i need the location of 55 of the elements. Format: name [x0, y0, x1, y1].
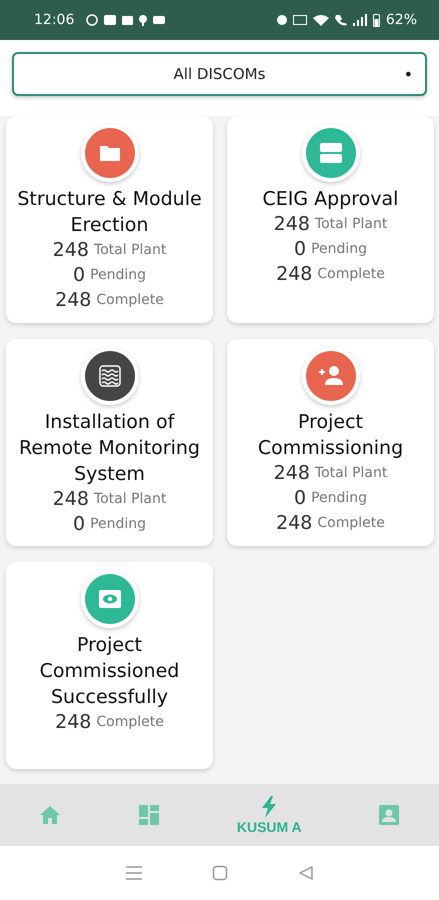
status-card[interactable]: CEIG Approval 248 Total Plant 0 Pending 248 Complete	[227, 116, 434, 323]
stat-value: 248	[276, 512, 312, 534]
app-notification-icon	[153, 16, 166, 24]
location-icon	[139, 14, 148, 26]
menu-icon[interactable]	[124, 865, 143, 881]
card-title: Project Commissioning	[256, 410, 404, 461]
status-card[interactable]: Structure & Module Erection 248 Total Plant 0 Pending 248 Complete	[6, 116, 213, 323]
chat-icon	[86, 14, 98, 26]
stat-label: Total Plant	[94, 242, 166, 258]
status-card[interactable]: Project Commissioned Successfully 248 Complete	[6, 562, 213, 769]
status-card[interactable]: Project Commissioning 248 Total Plant 0 Pending 248 Complete	[227, 339, 434, 546]
stat-label: Pending	[90, 268, 146, 284]
back-icon[interactable]	[298, 865, 314, 881]
stat-value: 248	[274, 463, 310, 484]
stat-value: 0	[294, 488, 306, 509]
status-card[interactable]: Installation of Remote Monitoring System 248 Total Plant 0 Pending	[6, 339, 213, 546]
dashboard-icon	[137, 803, 162, 827]
home-icon	[38, 803, 62, 827]
stat-value: 248	[274, 214, 310, 235]
stat-label: Pending	[90, 516, 146, 532]
battery-icon	[372, 14, 380, 26]
stat-label: Pending	[311, 242, 368, 258]
card-title: Installation of Remote Monitoring System	[18, 410, 201, 487]
app-notification-icon	[104, 15, 116, 25]
stat-label: Complete	[317, 266, 385, 282]
profile-icon	[377, 803, 402, 827]
discom-dropdown[interactable]: All DISCOMs •	[12, 52, 427, 96]
stat-label: Pending	[311, 490, 368, 506]
card-title: Project Commissioned Successfully	[38, 633, 180, 710]
battery-level: 62%	[386, 12, 417, 28]
signal-icon	[352, 14, 367, 26]
dropdown-marker: •	[404, 64, 413, 84]
stat-value: 248	[55, 712, 92, 733]
stat-value: 0	[72, 264, 86, 286]
stat-label: Complete	[96, 714, 164, 730]
phone-icon	[334, 14, 347, 26]
card-title: CEIG Approval	[262, 187, 400, 212]
stat-value: 248	[276, 264, 312, 285]
wifi-icon	[312, 14, 329, 26]
stat-value: 0	[294, 238, 306, 260]
status-time: 12:06	[34, 12, 74, 28]
alarm-icon	[276, 15, 287, 25]
stat-label: Total Plant	[314, 466, 388, 482]
stat-value: 248	[52, 240, 89, 261]
stat-label: Complete	[317, 516, 385, 531]
stat-value: 248	[52, 489, 89, 510]
data-speed-icon	[292, 15, 307, 25]
stat-value: 0	[72, 514, 86, 535]
home-button-icon[interactable]	[212, 865, 228, 881]
stat-value: 248	[55, 290, 92, 311]
stat-label: Total Plant	[94, 492, 166, 508]
stat-label: Complete	[96, 292, 164, 308]
app-notification-icon	[122, 16, 134, 24]
card-title: Structure & Module Erection	[16, 187, 203, 238]
stat-label: Total Plant	[314, 216, 388, 232]
